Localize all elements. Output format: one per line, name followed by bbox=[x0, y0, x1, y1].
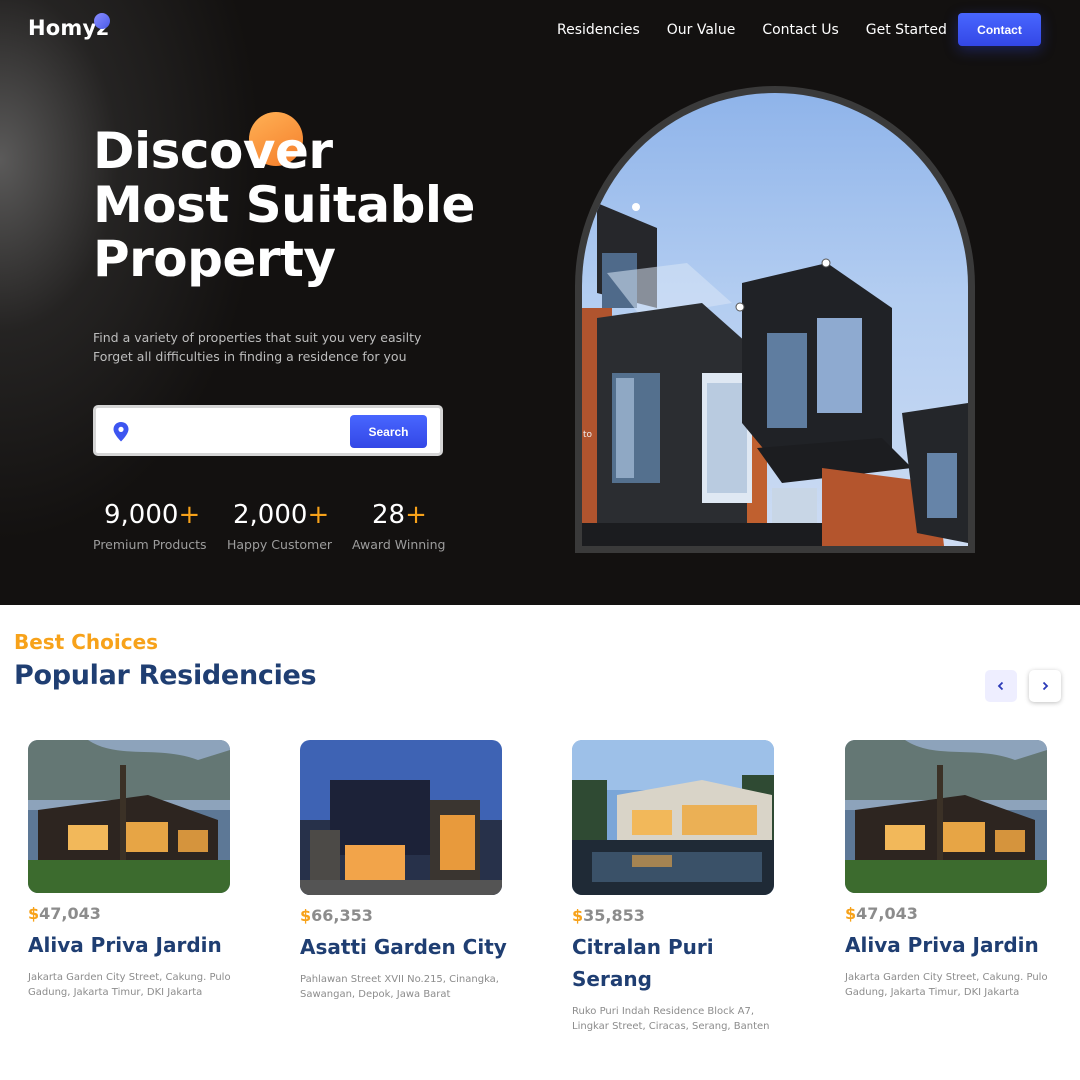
residency-card[interactable]: $66,353 Asatti Garden City Pahlawan Stre… bbox=[300, 740, 525, 1002]
hero-section: Homyz Residencies Our Value Contact Us G… bbox=[0, 0, 1080, 605]
modern-building-illustration bbox=[582, 203, 968, 546]
residency-image bbox=[300, 740, 502, 895]
house-photo-pool bbox=[572, 740, 774, 895]
house-photo-dusk bbox=[845, 740, 1047, 893]
chevron-right-icon bbox=[1042, 681, 1049, 691]
search-input[interactable] bbox=[140, 417, 340, 445]
residency-name[interactable]: Aliva Priva Jardin bbox=[28, 929, 253, 961]
headline-line-3: Property bbox=[93, 230, 336, 288]
stat-label: Happy Customer bbox=[227, 537, 333, 552]
stat-number-wrap: 2,000+ bbox=[233, 499, 332, 531]
stat-plus: + bbox=[405, 500, 427, 530]
price-value: 35,853 bbox=[583, 906, 645, 925]
stat-premium-products: 9,000+ Premium Products bbox=[93, 499, 207, 552]
location-pin-icon bbox=[113, 422, 129, 442]
residency-image bbox=[28, 740, 230, 893]
stat-number-wrap: 9,000+ bbox=[104, 499, 207, 531]
search-bar: Search bbox=[93, 405, 443, 456]
currency-symbol: $ bbox=[300, 906, 312, 925]
residency-price: $47,043 bbox=[28, 904, 253, 923]
residency-card[interactable]: $47,043 Aliva Priva Jardin Jakarta Garde… bbox=[845, 740, 1070, 1000]
currency-symbol: $ bbox=[845, 904, 857, 923]
stat-happy-customer: 2,000+ Happy Customer bbox=[227, 499, 332, 552]
residency-address: Ruko Puri Indah Residence Block A7, Ling… bbox=[572, 1006, 770, 1032]
hero-building-image: to bbox=[582, 93, 968, 546]
logo-dot-icon bbox=[94, 13, 110, 29]
stat-label: Premium Products bbox=[93, 537, 207, 552]
residency-image bbox=[845, 740, 1047, 893]
residency-name[interactable]: Asatti Garden City bbox=[300, 931, 525, 963]
residency-price: $47,043 bbox=[845, 904, 1070, 923]
house-photo-dusk bbox=[28, 740, 230, 893]
hero-headline: Discover Most Suitable Property bbox=[93, 124, 475, 286]
carousel-prev-button[interactable] bbox=[985, 670, 1017, 702]
price-value: 47,043 bbox=[39, 904, 101, 923]
section-eyebrow: Best Choices bbox=[14, 630, 159, 654]
image-stray-text: to bbox=[583, 430, 593, 440]
nav-contact-us[interactable]: Contact Us bbox=[762, 20, 838, 40]
stat-number: 9,000 bbox=[104, 500, 179, 530]
hero-subtext: Find a variety of properties that suit y… bbox=[93, 328, 421, 366]
residency-address: Pahlawan Street XVII No.215, Cinangka, S… bbox=[300, 974, 499, 1000]
residency-card[interactable]: $47,043 Aliva Priva Jardin Jakarta Garde… bbox=[28, 740, 253, 1000]
price-value: 47,043 bbox=[856, 904, 918, 923]
headline-line-2: Most Suitable bbox=[93, 176, 475, 234]
stat-number-wrap: 28+ bbox=[372, 499, 446, 531]
stat-award-winning: 28+ Award Winning bbox=[352, 499, 446, 552]
price-value: 66,353 bbox=[311, 906, 373, 925]
chevron-left-icon bbox=[997, 681, 1004, 691]
stat-number: 2,000 bbox=[233, 500, 308, 530]
currency-symbol: $ bbox=[28, 904, 40, 923]
headline-line-1: Discover bbox=[93, 122, 333, 180]
residency-price: $66,353 bbox=[300, 906, 525, 925]
subtext-line-2: Forget all difficulties in finding a res… bbox=[93, 349, 407, 364]
residency-name[interactable]: Aliva Priva Jardin bbox=[845, 929, 1070, 961]
residency-image bbox=[572, 740, 774, 895]
subtext-line-1: Find a variety of properties that suit y… bbox=[93, 330, 422, 345]
stat-label: Award Winning bbox=[352, 537, 446, 552]
contact-button[interactable]: Contact bbox=[958, 13, 1041, 46]
carousel-next-button[interactable] bbox=[1029, 670, 1061, 702]
residency-card[interactable]: $35,853 Citralan Puri Serang Ruko Puri I… bbox=[572, 740, 797, 1034]
main-nav: Residencies Our Value Contact Us Get Sta… bbox=[557, 20, 974, 40]
stat-plus: + bbox=[307, 500, 330, 530]
nav-get-started[interactable]: Get Started bbox=[866, 20, 947, 40]
stat-plus: + bbox=[178, 500, 201, 530]
currency-symbol: $ bbox=[572, 906, 584, 925]
nav-residencies[interactable]: Residencies bbox=[557, 20, 640, 40]
nav-our-value[interactable]: Our Value bbox=[667, 20, 736, 40]
stat-number: 28 bbox=[372, 500, 406, 530]
house-photo-night bbox=[300, 740, 502, 895]
residency-address: Jakarta Garden City Street, Cakung. Pulo… bbox=[28, 972, 231, 998]
search-button[interactable]: Search bbox=[350, 415, 427, 448]
residency-price: $35,853 bbox=[572, 906, 797, 925]
residency-name[interactable]: Citralan Puri Serang bbox=[572, 931, 747, 995]
residency-address: Jakarta Garden City Street, Cakung. Pulo… bbox=[845, 972, 1048, 998]
section-title: Popular Residencies bbox=[14, 660, 317, 691]
